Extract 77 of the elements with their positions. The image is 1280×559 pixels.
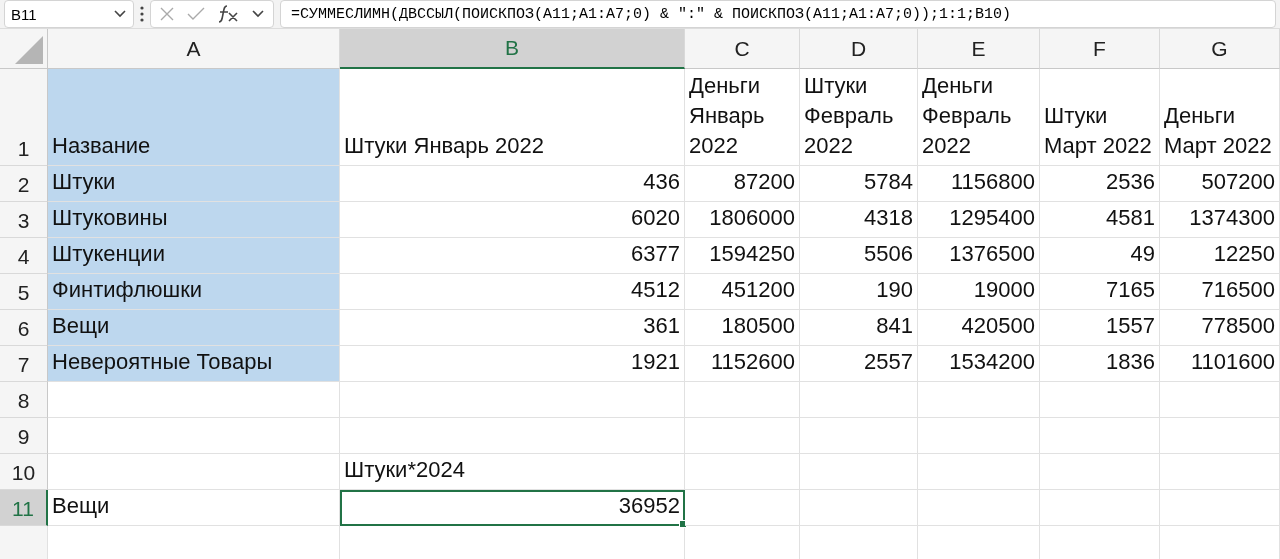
column-header[interactable]: F (1040, 29, 1160, 69)
table-cell: Штуки (48, 166, 340, 202)
table-cell: 2536 (1040, 166, 1160, 202)
table-cell: 190 (800, 274, 918, 310)
table-cell: 420500 (918, 310, 1040, 346)
table-cell: 1152600 (685, 346, 800, 382)
table-cell: Название (48, 69, 340, 166)
table-cell: 5784 (800, 166, 918, 202)
table-cell: 841 (800, 310, 918, 346)
column-header[interactable]: A (48, 29, 340, 69)
table-cell: Штукенции (48, 238, 340, 274)
table-cell: 1376500 (918, 238, 1040, 274)
row-header[interactable]: 11 (0, 490, 48, 526)
table-cell: 1156800 (918, 166, 1040, 202)
row-header[interactable]: 5 (0, 274, 48, 310)
table-cell: 451200 (685, 274, 800, 310)
row-header[interactable]: 8 (0, 382, 48, 418)
more-options-icon[interactable] (140, 6, 144, 22)
table-cell: 1101600 (1160, 346, 1280, 382)
table-cell: 1836 (1040, 346, 1160, 382)
table-cell: 1374300 (1160, 202, 1280, 238)
table-cell: 4581 (1040, 202, 1160, 238)
check-icon[interactable] (187, 7, 205, 21)
column-header[interactable]: D (800, 29, 918, 69)
table-cell: 87200 (685, 166, 800, 202)
table-cell: 1806000 (685, 202, 800, 238)
chevron-down-icon[interactable] (251, 9, 265, 19)
table-cell: 49 (1040, 238, 1160, 274)
row-header[interactable]: 3 (0, 202, 48, 238)
column-header[interactable]: G (1160, 29, 1280, 69)
table-cell: Невероятные Товары (48, 346, 340, 382)
table-cell: 180500 (685, 310, 800, 346)
row-header[interactable]: 10 (0, 454, 48, 490)
table-cell: 716500 (1160, 274, 1280, 310)
table-cell: 4512 (340, 274, 685, 310)
table-cell: 1295400 (918, 202, 1040, 238)
table-cell: Штуки Февраль 2022 (800, 69, 918, 166)
table-cell: 5506 (800, 238, 918, 274)
table-cell: Деньги Февраль 2022 (918, 69, 1040, 166)
table-cell: 1557 (1040, 310, 1160, 346)
column-header[interactable]: E (918, 29, 1040, 69)
table-cell: 436 (340, 166, 685, 202)
row-header[interactable]: 7 (0, 346, 48, 382)
table-cell: Финтифлюшки (48, 274, 340, 310)
table-cell: 4318 (800, 202, 918, 238)
table-cell: 36952 (340, 490, 685, 526)
table-cell: Деньги Январь 2022 (685, 69, 800, 166)
formula-field[interactable]: =СУММЕСЛИМН(ДВССЫЛ(ПОИСКПОЗ(A11;A1:A7;0) & ":" & ПОИСКПОЗ(A11;A1:A7;0));1:1;B10) (280, 0, 1276, 28)
table-cell: Штуки Январь 2022 (340, 69, 685, 166)
row-header[interactable]: 4 (0, 238, 48, 274)
table-cell: 507200 (1160, 166, 1280, 202)
table-cell: 2557 (800, 346, 918, 382)
table-cell: Вещи (48, 310, 340, 346)
table-cell: 6020 (340, 202, 685, 238)
table-cell: 361 (340, 310, 685, 346)
row-header[interactable]: 1 (0, 69, 48, 166)
table-cell: 6377 (340, 238, 685, 274)
function-icon[interactable] (217, 5, 239, 23)
table-cell: Штуки Март 2022 (1040, 69, 1160, 166)
table-cell: 1921 (340, 346, 685, 382)
table-cell: 778500 (1160, 310, 1280, 346)
table-cell: Деньги Март 2022 (1160, 69, 1280, 166)
row-header[interactable]: 6 (0, 310, 48, 346)
table-cell: 19000 (918, 274, 1040, 310)
table-cell: 7165 (1040, 274, 1160, 310)
table-cell: 12250 (1160, 238, 1280, 274)
table-cell: Штуковины (48, 202, 340, 238)
table-cell: 1594250 (685, 238, 800, 274)
table-cell: Вещи (48, 490, 340, 526)
column-header[interactable]: C (685, 29, 800, 69)
table-cell: Штуки*2024 (340, 454, 685, 490)
column-header[interactable]: B (340, 29, 685, 69)
row-header[interactable]: 2 (0, 166, 48, 202)
name-box[interactable]: B11 (4, 0, 134, 28)
table-cell: 1534200 (918, 346, 1040, 382)
chevron-down-icon[interactable] (113, 9, 127, 19)
row-header[interactable]: 9 (0, 418, 48, 454)
